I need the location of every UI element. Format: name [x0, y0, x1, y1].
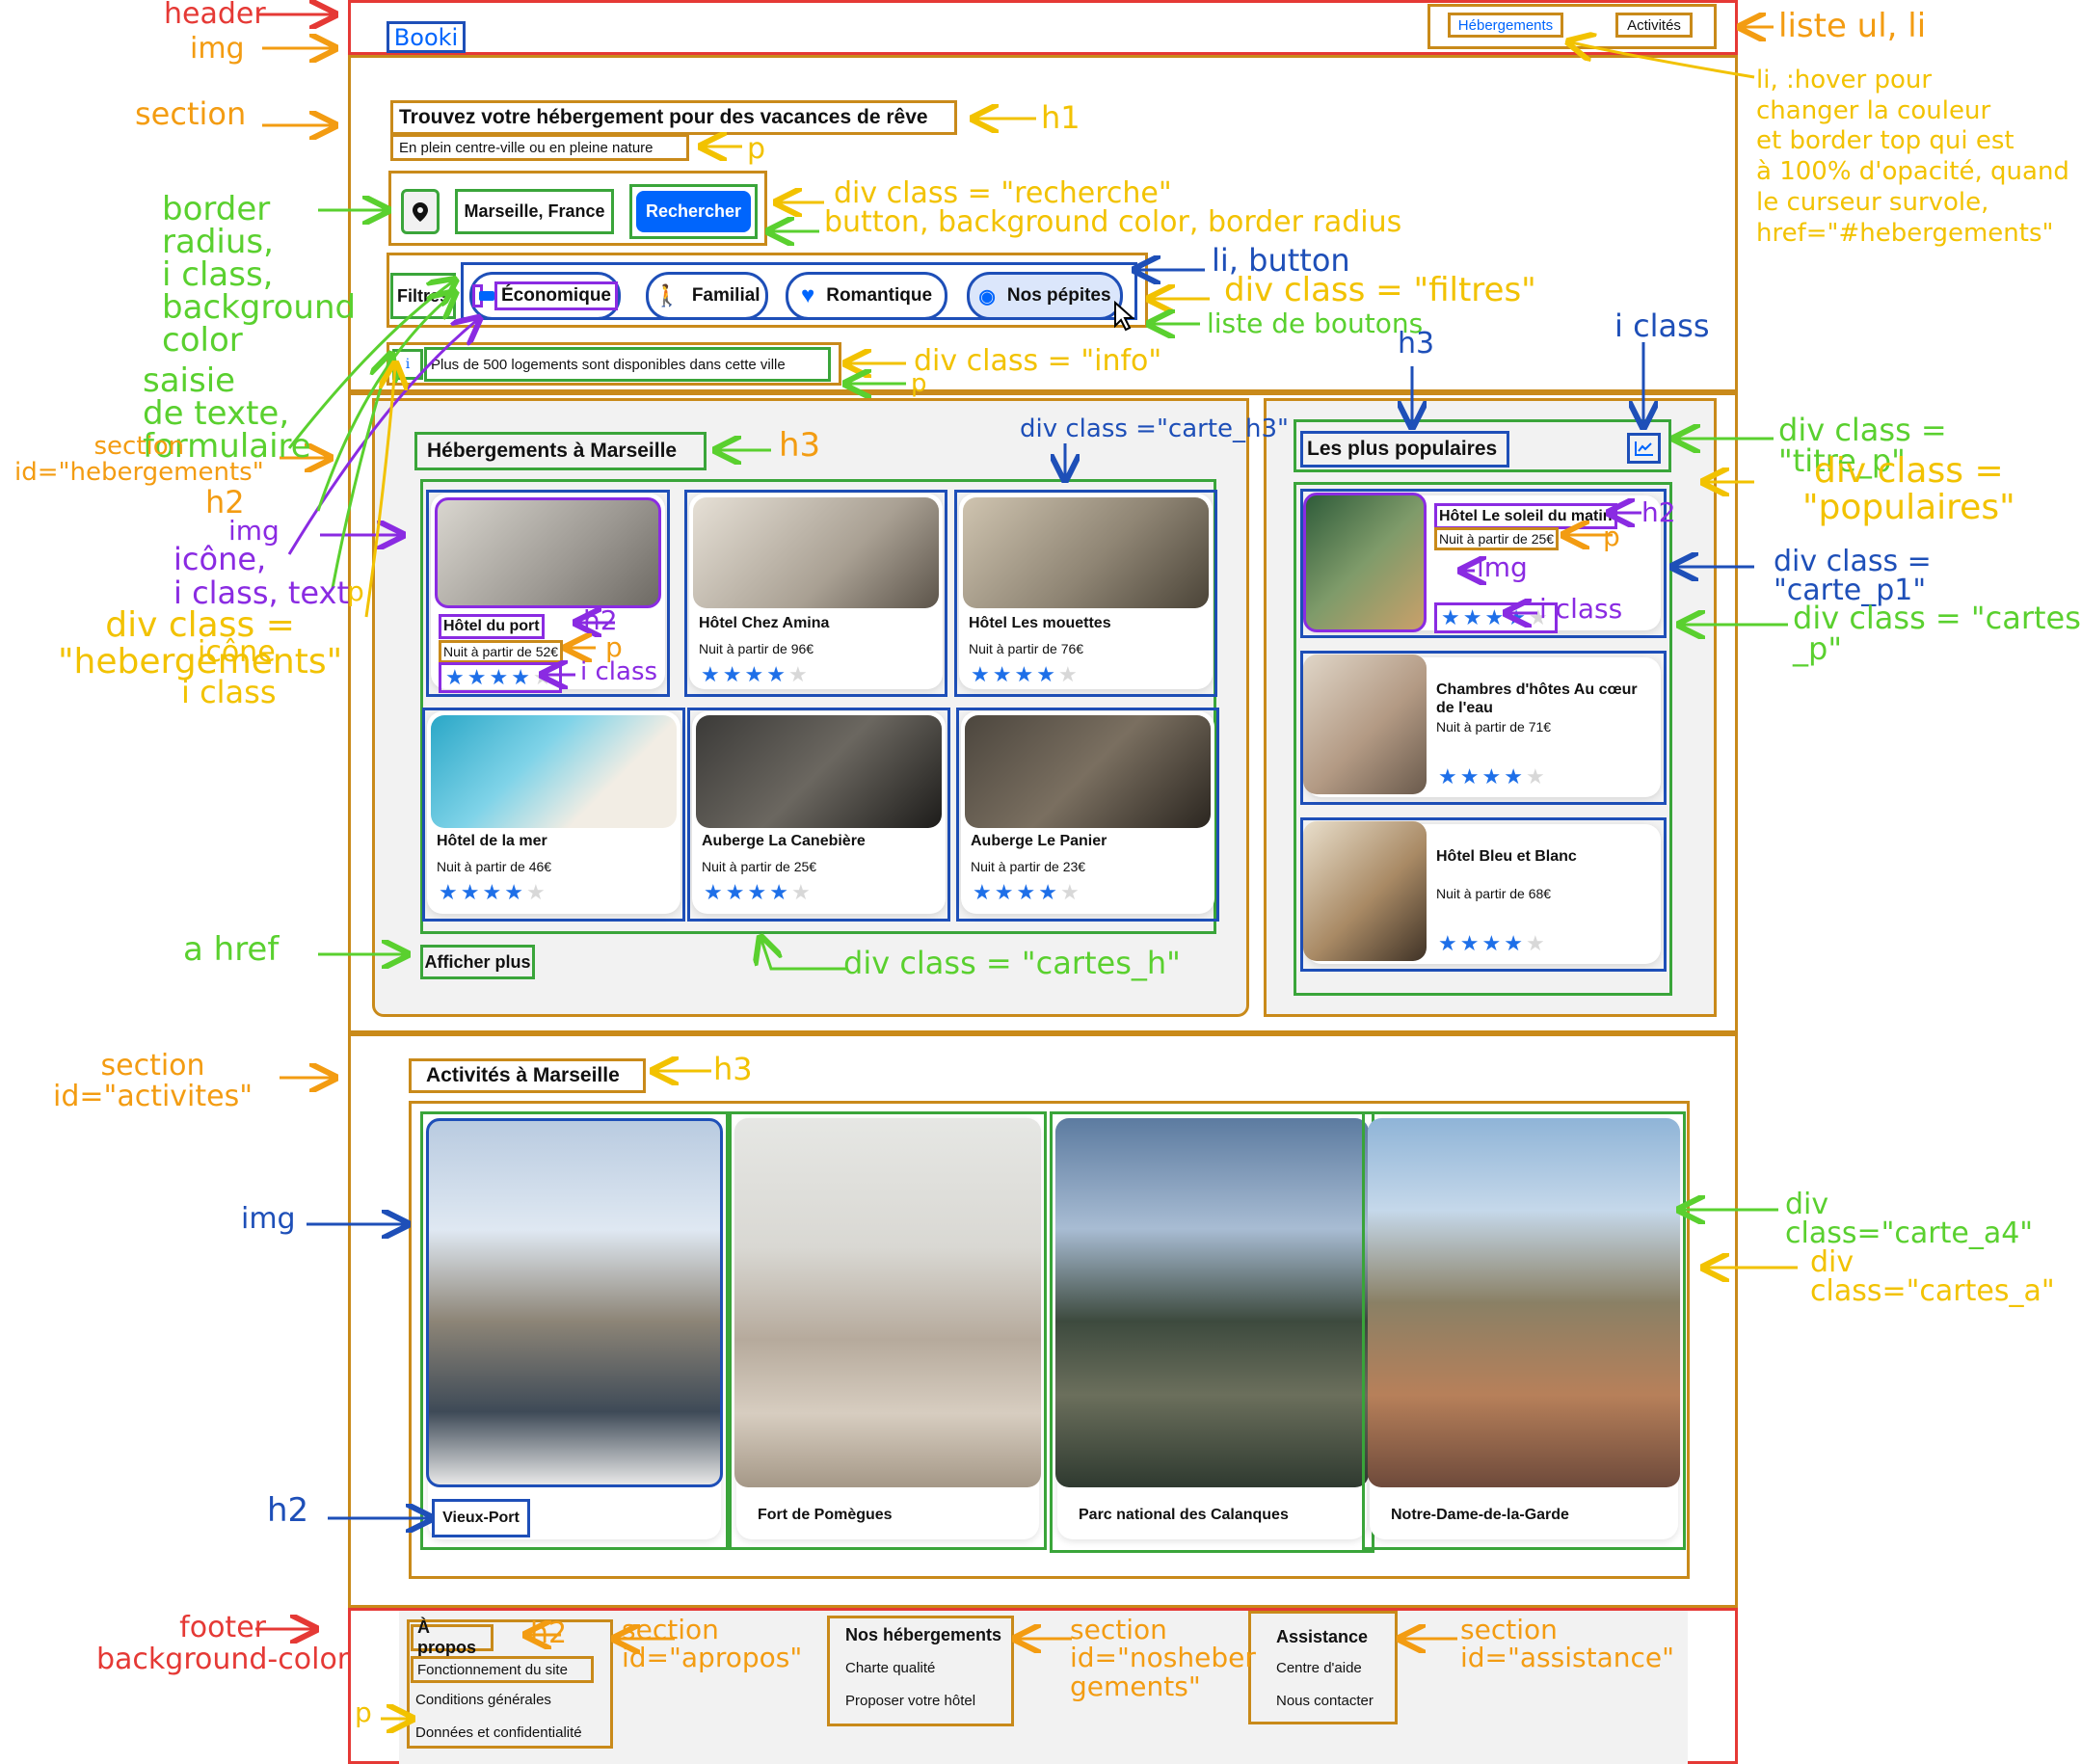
ann-liste-boutons: liste de boutons	[1207, 307, 1424, 339]
ann-icone2: icône	[198, 635, 276, 669]
ann-section-nosheb: section id="nosheber gements"	[1070, 1614, 1256, 1702]
ann-iclass-left: i class	[181, 674, 277, 710]
ann-p-foot: p	[355, 1697, 372, 1728]
ann-p-pop: p	[1603, 521, 1620, 552]
ann-iclass-top: i class	[1614, 307, 1710, 344]
ann-section-act: section id="activites"	[53, 1049, 253, 1113]
ann-icone-left: icône, i class, text	[173, 541, 349, 612]
ann-img-act: img	[241, 1202, 296, 1236]
ann-h3-heb: h3	[779, 426, 821, 465]
ann-footer: footer background-color	[96, 1611, 350, 1676]
ann-header: header	[164, 0, 266, 31]
ann-p: p	[747, 132, 766, 166]
ann-section-apropos: section id="apropos"	[622, 1614, 803, 1674]
ann-img-pop: img	[1477, 551, 1528, 583]
ann-cartes-h: div class = "cartes_h"	[843, 945, 1181, 981]
ann-h2-foot: h2	[530, 1617, 568, 1650]
ann-p-left: p	[347, 575, 364, 607]
ann-a-href: a href	[183, 930, 280, 969]
ann-h2-left: h2	[205, 484, 245, 521]
ann-h1: h1	[1041, 99, 1081, 136]
ann-section-heb: section id="hebergements"	[14, 432, 264, 488]
ann-carte-h3: div class ="carte_h3"	[1020, 414, 1290, 443]
ann-populaires: div class = "populaires"	[1802, 451, 2015, 527]
ann-h2-act: h2	[267, 1491, 309, 1530]
ann-cartes-p: div class = "cartes _p"	[1793, 600, 2081, 667]
ann-carte-a4: div class="carte_a4"	[1785, 1188, 2034, 1250]
ann-info: div class = "info"	[914, 344, 1162, 378]
ann-h3-top: h3	[1398, 327, 1435, 361]
ann-img: img	[190, 32, 245, 66]
ann-border-radius: border radius, i class, background color	[162, 190, 357, 360]
ann-recherche: div class = "recherche"	[834, 176, 1172, 210]
ann-h2-card: h2	[583, 604, 618, 636]
ann-iclass-card: i class	[580, 657, 658, 686]
ann-cartes-a: div class="cartes_a"	[1810, 1245, 2055, 1308]
ann-button: button, background color, border radius	[824, 205, 1402, 239]
ann-liste: liste ul, li	[1778, 7, 1927, 45]
ann-section: section	[135, 95, 247, 132]
ann-h3-act: h3	[713, 1051, 753, 1087]
ann-hover: li, :hover pour changer la couleur et bo…	[1756, 66, 2069, 248]
ann-section-assist: section id="assistance"	[1460, 1614, 1674, 1674]
ann-h2-pop: h2	[1641, 496, 1676, 528]
ann-p2: p	[911, 369, 927, 398]
ann-iclass-pop: i class	[1539, 593, 1623, 625]
ann-filtres: div class = "filtres"	[1224, 271, 1536, 309]
ann-carte-p1: div class = "carte_p1"	[1774, 545, 1932, 607]
